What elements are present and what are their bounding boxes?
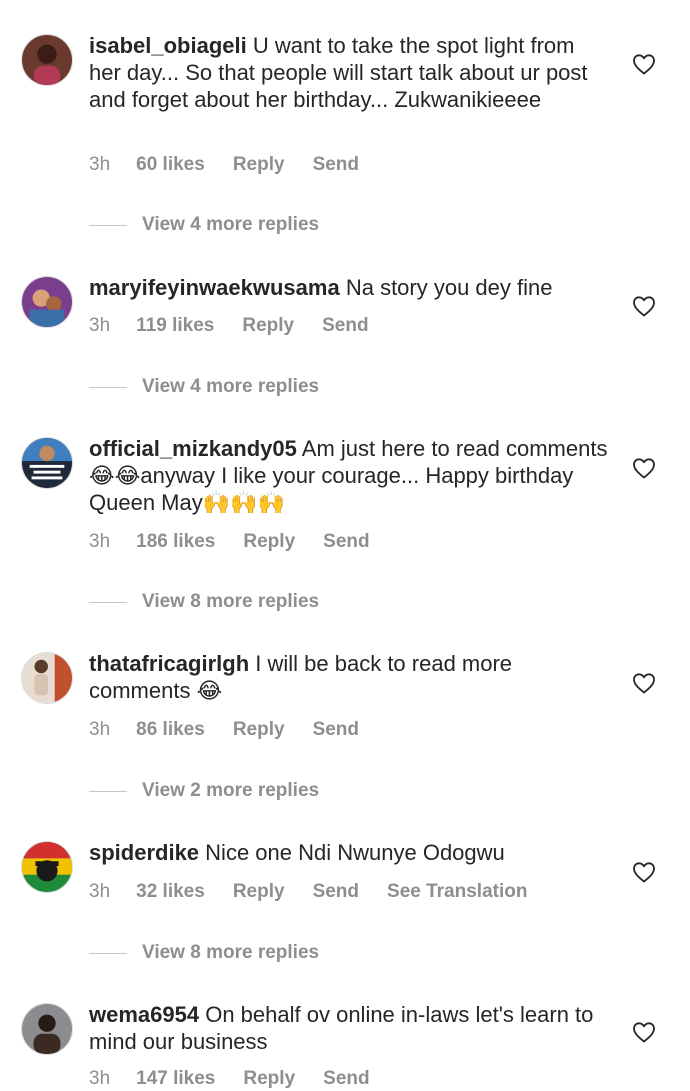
heart-outline-icon[interactable] [632,1021,656,1043]
comment-text: maryifeyinwaekwusama Na story you dey fi… [89,274,609,301]
send-button[interactable]: Send [322,315,368,337]
comment-username[interactable]: spiderdike [89,840,199,865]
replies-divider [89,790,127,792]
reply-button[interactable]: Reply [233,719,285,741]
view-replies-button[interactable]: View 8 more replies [89,941,319,965]
likes-count[interactable]: 32 likes [136,881,205,903]
comment-meta: 3h 119 likes Reply Send [89,314,397,338]
send-button[interactable]: Send [313,154,359,176]
replies-divider [89,601,127,603]
avatar[interactable] [21,276,73,328]
send-button[interactable]: Send [323,1068,369,1090]
comment-text: spiderdike Nice one Ndi Nwunye Odogwu [89,839,609,866]
comment-time: 3h [89,531,111,552]
send-button[interactable]: Send [323,531,369,553]
avatar[interactable] [21,34,73,86]
heart-outline-icon[interactable] [632,295,656,317]
send-button[interactable]: Send [313,719,359,741]
reply-button[interactable]: Reply [243,1068,295,1090]
comment-username[interactable]: wema6954 [89,1002,199,1027]
reply-button[interactable]: Reply [242,315,294,337]
avatar[interactable] [21,652,73,704]
replies-divider [89,224,127,226]
avatar[interactable] [21,841,73,893]
send-button[interactable]: Send [313,881,359,903]
comment-time: 3h [89,881,111,902]
comment-time: 3h [89,1068,111,1089]
comment-time: 3h [89,315,111,336]
view-replies-label[interactable]: View 8 more replies [142,942,319,964]
comment-text: isabel_obiageli U want to take the spot … [89,32,609,113]
likes-count[interactable]: 119 likes [136,315,214,337]
comment-username[interactable]: thatafricagirlgh [89,651,249,676]
comment-body: Nice one Ndi Nwunye Odogwu [205,840,505,865]
comment-text: wema6954 On behalf ov online in-laws let… [89,1001,609,1055]
reply-button[interactable]: Reply [233,154,285,176]
replies-divider [89,952,127,954]
view-replies-label[interactable]: View 4 more replies [142,214,319,236]
comment-time: 3h [89,719,111,740]
likes-count[interactable]: 86 likes [136,719,205,741]
heart-outline-icon[interactable] [632,861,656,883]
heart-outline-icon[interactable] [632,457,656,479]
comment-meta: 3h 186 likes Reply Send [89,530,398,554]
view-replies-label[interactable]: View 8 more replies [142,591,319,613]
comment-text: thatafricagirlgh I will be back to read … [89,650,609,704]
reply-button[interactable]: Reply [243,531,295,553]
avatar[interactable] [21,1003,73,1055]
comment-username[interactable]: isabel_obiageli [89,33,247,58]
comment-username[interactable]: maryifeyinwaekwusama [89,275,340,300]
heart-outline-icon[interactable] [632,53,656,75]
view-replies-label[interactable]: View 2 more replies [142,780,319,802]
comment-meta: 3h 86 likes Reply Send [89,718,387,742]
comment-body: Na story you dey fine [345,275,553,300]
view-replies-button[interactable]: View 4 more replies [89,375,319,399]
view-replies-button[interactable]: View 8 more replies [89,590,319,614]
see-translation-button[interactable]: See Translation [387,881,527,903]
comment-time: 3h [89,154,111,175]
comment-username[interactable]: official_mizkandy05 [89,436,297,461]
view-replies-label[interactable]: View 4 more replies [142,376,319,398]
likes-count[interactable]: 186 likes [136,531,215,553]
comment-meta: 3h 32 likes Reply Send See Translation [89,880,555,904]
replies-divider [89,386,127,388]
heart-outline-icon[interactable] [632,672,656,694]
comment-meta: 3h 60 likes Reply Send [89,153,387,177]
likes-count[interactable]: 147 likes [136,1068,215,1090]
comment-meta: 3h 147 likes Reply Send [89,1067,398,1091]
view-replies-button[interactable]: View 4 more replies [89,213,319,237]
view-replies-button[interactable]: View 2 more replies [89,779,319,803]
likes-count[interactable]: 60 likes [136,154,205,176]
comment-text: official_mizkandy05 Am just here to read… [89,435,609,516]
avatar[interactable] [21,437,73,489]
reply-button[interactable]: Reply [233,881,285,903]
